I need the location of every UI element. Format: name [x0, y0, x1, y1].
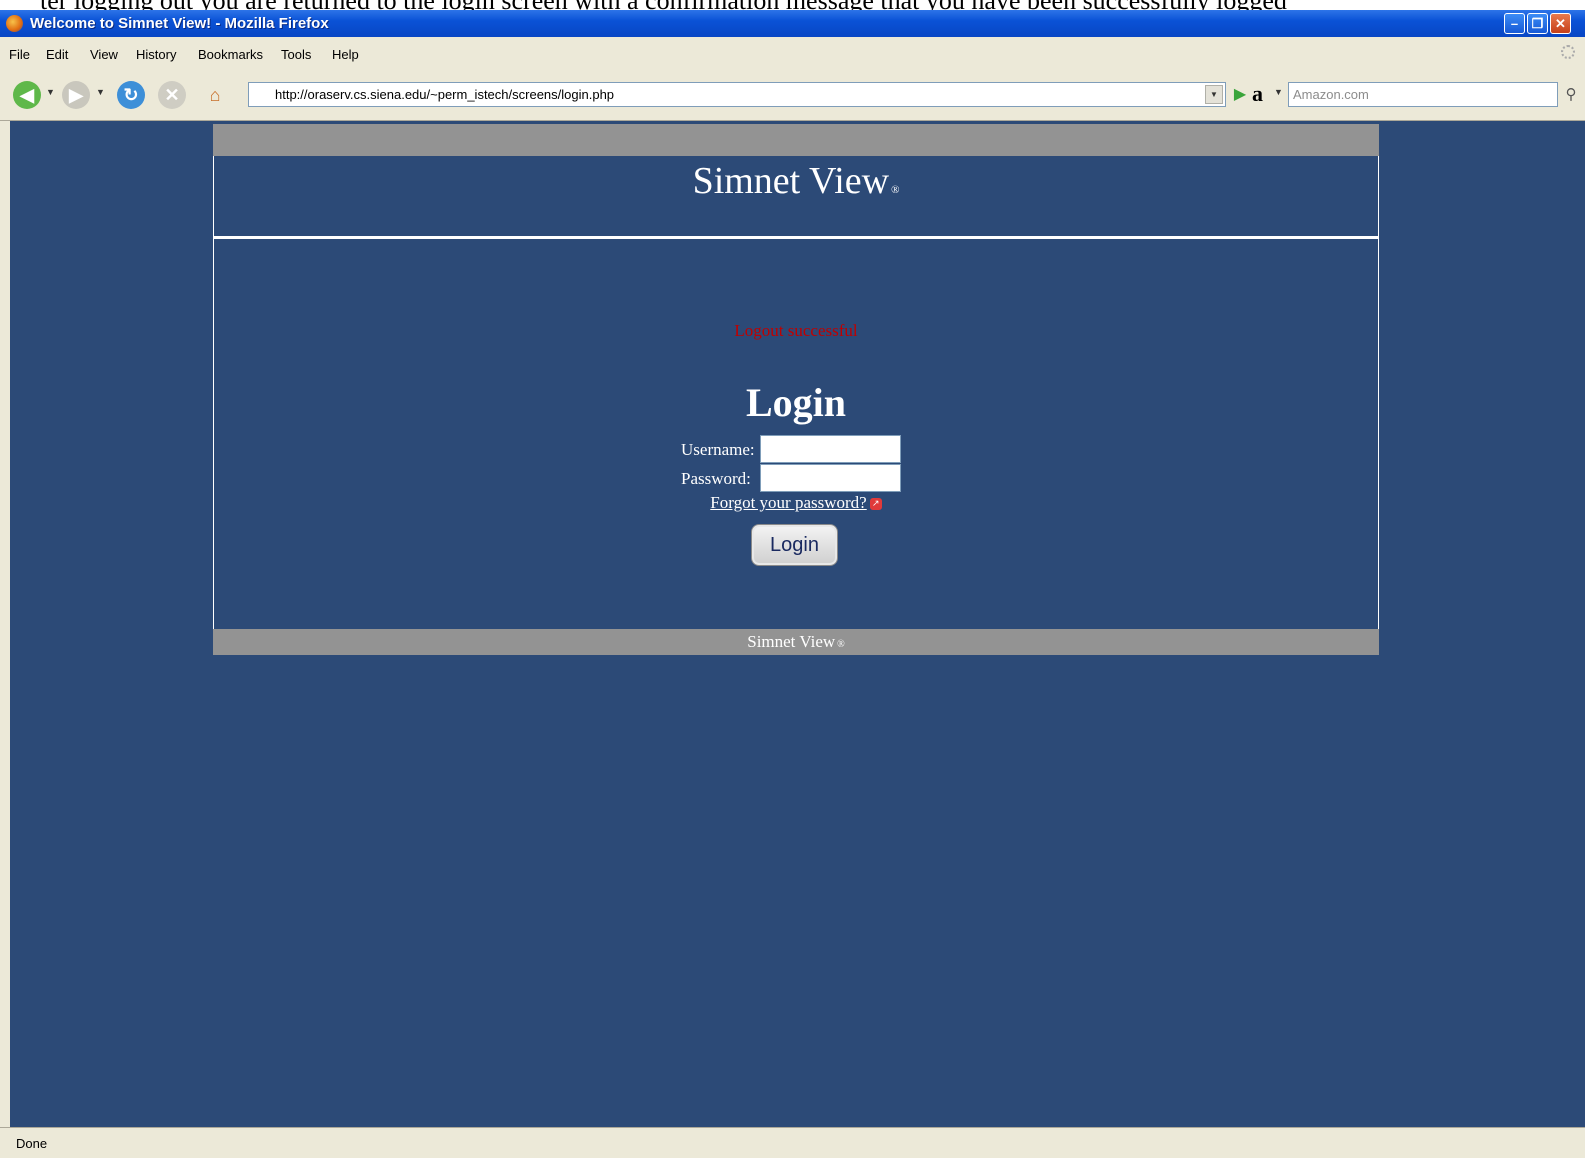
window-titlebar: Welcome to Simnet View! - Mozilla Firefo… — [0, 10, 1585, 37]
site-title-text: Simnet View — [692, 160, 890, 202]
menu-bar: File Edit View History Bookmarks Tools H… — [0, 37, 1585, 70]
menu-file[interactable]: File — [9, 47, 30, 62]
close-icon[interactable]: ✕ — [1550, 13, 1571, 34]
footer-text: Simnet View — [747, 632, 836, 651]
site-panel: Simnet View ® Logout successful Login Use… — [213, 124, 1379, 655]
navigation-toolbar: ◀ ▼ ▶ ▼ ↻ ✕ ⌂ ▼ ▶ a ▼ ⚲ — [0, 70, 1585, 121]
search-bar[interactable] — [1288, 82, 1558, 107]
menu-history[interactable]: History — [136, 47, 176, 62]
throbber-icon — [1561, 45, 1575, 59]
home-icon[interactable]: ⌂ — [201, 81, 229, 109]
site-footer: Simnet View ® — [213, 629, 1379, 655]
minimize-icon[interactable]: – — [1504, 13, 1525, 34]
window-left-edge — [0, 121, 10, 1127]
registered-mark: ® — [891, 184, 900, 196]
forgot-password-link[interactable]: Forgot your password? — [710, 493, 866, 512]
site-title: Simnet View ® — [693, 159, 900, 203]
status-bar: Done — [0, 1127, 1585, 1158]
amazon-icon[interactable]: a — [1252, 83, 1272, 105]
page-viewport: Simnet View ® Logout successful Login Use… — [10, 121, 1585, 1127]
footer-registered-mark: ® — [837, 639, 845, 650]
username-field[interactable] — [760, 435, 901, 463]
password-field[interactable] — [760, 464, 901, 492]
reload-icon[interactable]: ↻ — [117, 81, 145, 109]
go-arrow-icon[interactable]: ▶ — [1230, 85, 1250, 105]
forward-arrow-icon[interactable]: ▶ — [62, 81, 90, 109]
login-heading: Login — [745, 380, 847, 425]
forgot-password: Forgot your password? ↗ — [214, 493, 1378, 513]
menu-edit[interactable]: Edit — [46, 47, 68, 62]
status-text: Done — [16, 1136, 48, 1151]
external-link-icon: ↗ — [869, 498, 882, 511]
menu-tools[interactable]: Tools — [281, 47, 311, 62]
url-bar[interactable]: ▼ — [248, 82, 1226, 107]
password-label: Password: — [681, 469, 751, 488]
window-title: Welcome to Simnet View! - Mozilla Firefo… — [30, 15, 329, 32]
login-section: Logout successful Login Username: Passwo… — [213, 239, 1379, 629]
forward-dropdown-icon[interactable]: ▼ — [96, 87, 105, 97]
url-dropdown-icon[interactable]: ▼ — [1205, 85, 1223, 104]
url-input[interactable] — [275, 85, 1175, 104]
magnifier-icon[interactable]: ⚲ — [1560, 84, 1582, 106]
back-dropdown-icon[interactable]: ▼ — [46, 87, 55, 97]
header-band — [213, 124, 1379, 156]
logout-message: Logout successful — [734, 321, 858, 340]
menu-bookmarks[interactable]: Bookmarks — [198, 47, 263, 62]
firefox-icon — [6, 15, 23, 32]
restore-icon[interactable]: ❐ — [1527, 13, 1548, 34]
menu-help[interactable]: Help — [332, 47, 359, 62]
search-input[interactable] — [1293, 85, 1543, 104]
menu-view[interactable]: View — [90, 47, 118, 62]
username-label: Username: — [681, 440, 755, 459]
login-button[interactable]: Login — [751, 524, 838, 566]
stop-icon[interactable]: ✕ — [158, 81, 186, 109]
site-header: Simnet View ® — [213, 156, 1379, 236]
search-engine-dropdown-icon[interactable]: ▼ — [1274, 87, 1283, 97]
back-arrow-icon[interactable]: ◀ — [13, 81, 41, 109]
